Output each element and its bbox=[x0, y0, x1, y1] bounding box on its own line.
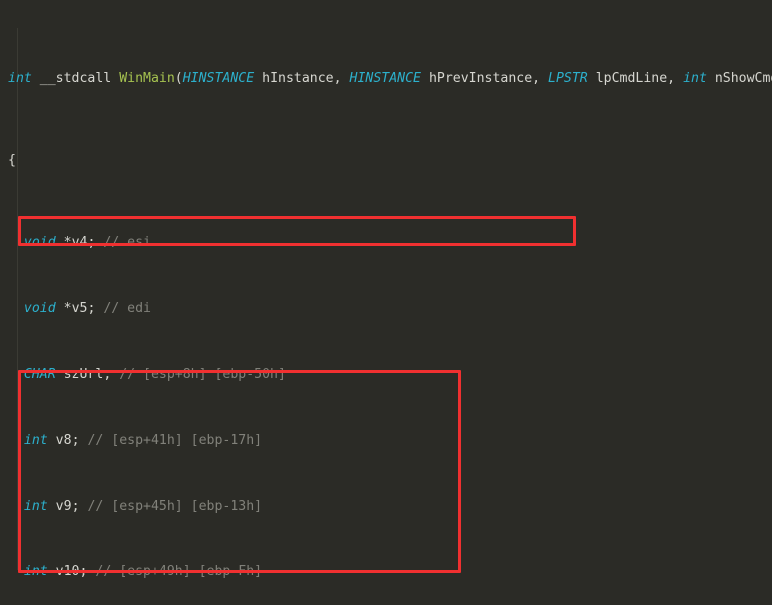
token-decl-type: void bbox=[23, 301, 56, 317]
code-line-decl-0[interactable]: void *v4; // esi bbox=[0, 235, 772, 251]
token-param-type-0: HINSTANCE bbox=[182, 70, 255, 86]
code-line-decl-4[interactable]: int v9; // [esp+45h] [ebp-13h] bbox=[0, 499, 772, 515]
token-param-type-1: HINSTANCE bbox=[349, 70, 421, 86]
token-calling-convention: __stdcall bbox=[39, 70, 112, 86]
code-line-decl-3[interactable]: int v8; // [esp+41h] [ebp-17h] bbox=[0, 433, 772, 449]
token-decl-comment: // esi bbox=[103, 235, 151, 251]
token-decl-comment: // [esp+45h] [ebp-13h] bbox=[87, 498, 263, 514]
code-listing[interactable]: int __stdcall WinMain(HINSTANCE hInstanc… bbox=[0, 5, 772, 605]
token-decl-name: v10 bbox=[55, 564, 80, 580]
token-decl-name: v5 bbox=[71, 301, 88, 317]
token-decl-type: CHAR bbox=[23, 366, 56, 382]
token-decl-type: int bbox=[23, 564, 48, 580]
token-param-name-1: hPrevInstance bbox=[428, 70, 533, 86]
token-decl-comment: // [esp+49h] [ebp-Fh] bbox=[95, 564, 263, 580]
pseudocode-window: int __stdcall WinMain(HINSTANCE hInstanc… bbox=[0, 0, 772, 605]
token-param-name-0: hInstance bbox=[262, 70, 334, 86]
token-param-type-2: LPSTR bbox=[548, 70, 588, 86]
token-decl-type: int bbox=[23, 498, 48, 514]
code-line-decl-5[interactable]: int v10; // [esp+49h] [ebp-Fh] bbox=[0, 564, 772, 580]
token-decl-comment: // [esp+8h] [ebp-50h] bbox=[119, 366, 286, 382]
code-line-signature[interactable]: int __stdcall WinMain(HINSTANCE hInstanc… bbox=[0, 71, 772, 87]
token-function-name[interactable]: WinMain bbox=[119, 71, 175, 86]
token-param-name-2: lpCmdLine bbox=[595, 70, 668, 86]
code-line-decl-1[interactable]: void *v5; // edi bbox=[0, 301, 772, 317]
token-decl-name: v8 bbox=[55, 432, 72, 448]
token-decl-type: void bbox=[23, 235, 56, 251]
token-decl-name: v9 bbox=[55, 498, 72, 514]
token-open-brace: { bbox=[8, 153, 16, 169]
token-return-type: int bbox=[8, 70, 32, 86]
code-line-open-brace[interactable]: { bbox=[0, 153, 772, 169]
code-line-decl-2[interactable]: CHAR szUrl; // [esp+8h] [ebp-50h] bbox=[0, 367, 772, 383]
token-decl-name: szUrl bbox=[63, 366, 104, 382]
token-param-type-3: int bbox=[683, 70, 707, 86]
token-decl-name: v4 bbox=[71, 235, 88, 251]
token-param-name-3: nShowCmd bbox=[714, 70, 772, 86]
token-decl-ptr: * bbox=[63, 301, 72, 317]
token-decl-comment: // edi bbox=[103, 301, 151, 317]
token-decl-ptr: * bbox=[63, 235, 72, 251]
token-decl-comment: // [esp+41h] [ebp-17h] bbox=[87, 432, 263, 448]
token-decl-type: int bbox=[23, 432, 48, 448]
